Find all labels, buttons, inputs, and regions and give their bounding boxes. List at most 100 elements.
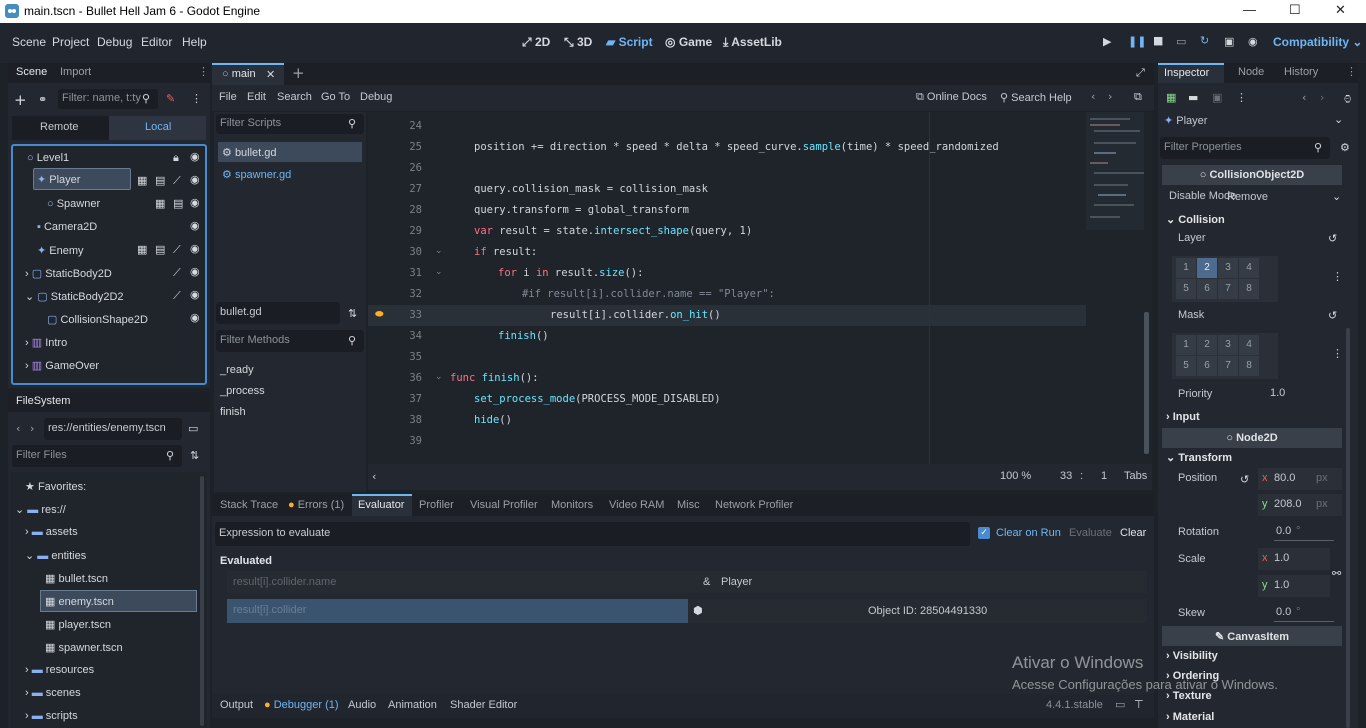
tab-node[interactable]: Node xyxy=(1238,66,1264,78)
tree-node-level1[interactable]: ○ Level1 xyxy=(27,152,69,164)
mask-cell[interactable]: 4 xyxy=(1239,335,1259,355)
layer-cell[interactable]: 5 xyxy=(1176,279,1196,299)
visibility-icon[interactable]: ◉ xyxy=(190,173,200,186)
maximize-button[interactable]: ☐ xyxy=(1289,2,1301,18)
indent-mode[interactable]: Tabs xyxy=(1124,470,1147,482)
tree-node-collisionshape2d[interactable]: ▢ CollisionShape2D xyxy=(47,313,148,326)
menu-debug[interactable]: Debug xyxy=(97,35,132,49)
stop-icon[interactable]: ■ xyxy=(1153,34,1163,47)
toggle-scripts-panel-icon[interactable]: ‹ xyxy=(372,470,376,483)
search-help-button[interactable]: ⚲ Search Help xyxy=(1000,91,1072,104)
remote-button[interactable]: Remote xyxy=(12,116,109,140)
filter-scripts-input[interactable]: Filter Scripts xyxy=(216,114,364,134)
minimize-button[interactable]: — xyxy=(1243,2,1256,17)
mask-grid[interactable]: 1 2 3 4 5 6 7 8 xyxy=(1172,333,1278,379)
remote-deploy-icon[interactable]: ▭ xyxy=(1176,35,1186,48)
evaluated-row[interactable]: result[i].collider ⬢ Object ID: 28504491… xyxy=(227,599,1147,623)
section-canvasitem[interactable]: ✎ CanvasItem xyxy=(1162,626,1342,646)
sort-icon[interactable]: ⇅ xyxy=(190,449,199,462)
section-collisionobject2d[interactable]: ○ CollisionObject2D xyxy=(1162,165,1342,185)
script-item-bullet[interactable]: ⚙ bullet.gd xyxy=(218,142,362,162)
script-menu-search[interactable]: Search xyxy=(277,91,312,103)
script-icon[interactable]: ▤ xyxy=(155,174,165,187)
scene-tab-main[interactable]: ○ main ✕ xyxy=(212,63,284,85)
scale-x-field[interactable]: x 1.0 xyxy=(1258,548,1330,570)
play-icon[interactable]: ▶ xyxy=(1103,35,1111,48)
instance-icon[interactable]: ▦ xyxy=(137,174,147,187)
distraction-free-icon[interactable]: ⤢ xyxy=(1136,66,1145,80)
group-input[interactable]: › Input xyxy=(1166,411,1200,423)
group-icon[interactable]: ⟋ xyxy=(173,266,181,280)
history-forward-icon[interactable]: › xyxy=(1320,91,1324,104)
revert-icon[interactable]: ↺ xyxy=(1240,473,1249,486)
tab-errors[interactable]: ● Errors (1) xyxy=(288,499,344,511)
folder-resources[interactable]: › ▬ resources xyxy=(25,664,94,676)
mask-cell[interactable]: 3 xyxy=(1218,335,1238,355)
layer-cell[interactable]: 8 xyxy=(1239,279,1259,299)
script-item-spawner[interactable]: ⚙ spawner.gd xyxy=(222,168,291,181)
layer-cell[interactable]: 3 xyxy=(1218,258,1238,278)
mask-cell[interactable]: 7 xyxy=(1218,356,1238,376)
group-visibility[interactable]: › Visibility xyxy=(1166,650,1218,662)
group-collision[interactable]: ⌄ Collision xyxy=(1166,213,1225,226)
workspace-assetlib[interactable]: ⤓ AssetLib xyxy=(723,35,782,50)
menu-help[interactable]: Help xyxy=(182,35,207,49)
file-bullet-tscn[interactable]: ▦ bullet.tscn xyxy=(45,572,108,585)
tab-evaluator[interactable]: Evaluator xyxy=(352,494,412,516)
tree-node-staticbody2d2[interactable]: ⌄ ▢ StaticBody2D2 xyxy=(25,290,124,303)
local-button[interactable]: Local xyxy=(109,116,206,140)
workspace-script[interactable]: ▰ Script xyxy=(606,35,653,49)
bottom-tab-animation[interactable]: Animation xyxy=(388,699,437,711)
group-material[interactable]: › Material xyxy=(1166,710,1346,724)
save-icon[interactable]: ▣ xyxy=(1212,91,1222,104)
minimap[interactable] xyxy=(1086,112,1144,230)
close-window-button[interactable]: ✕ xyxy=(1335,2,1346,18)
close-tab-icon[interactable]: ✕ xyxy=(266,68,275,81)
script-icon[interactable]: ▤ xyxy=(173,197,183,210)
tab-monitors[interactable]: Monitors xyxy=(551,499,593,511)
favorites-item[interactable]: ★ Favorites: xyxy=(25,480,86,493)
online-docs-button[interactable]: ⧉ Online Docs xyxy=(916,91,987,104)
folder-scenes[interactable]: › ▬ scenes xyxy=(25,687,81,699)
tab-profiler[interactable]: Profiler xyxy=(419,499,454,511)
clear-button[interactable]: Clear xyxy=(1120,527,1146,539)
mask-cell[interactable]: 5 xyxy=(1176,356,1196,376)
clear-on-run-checkbox[interactable]: ✓ xyxy=(978,527,990,539)
disable-mode-select[interactable]: Remove ⌄ xyxy=(1224,187,1342,207)
mask-cell[interactable]: 2 xyxy=(1197,335,1217,355)
scale-y-field[interactable]: y 1.0 xyxy=(1258,575,1330,597)
layer-cell[interactable]: 2 xyxy=(1197,258,1217,278)
evaluate-button[interactable]: Evaluate xyxy=(1069,527,1112,539)
bottom-tab-output[interactable]: Output xyxy=(220,699,253,711)
dock-menu-icon[interactable]: ⋮ xyxy=(198,65,209,78)
forward-icon[interactable]: › xyxy=(30,422,34,435)
expression-input[interactable]: Expression to evaluate xyxy=(215,522,970,546)
script-icon[interactable]: ▤ xyxy=(155,243,165,256)
link-icon[interactable]: ⚭ xyxy=(38,93,47,106)
script-menu-debug[interactable]: Debug xyxy=(360,91,392,103)
movie-maker-icon[interactable]: ◉ xyxy=(1248,35,1258,48)
fold-arrow-icon[interactable]: ⌄ xyxy=(435,372,443,382)
layer-grid[interactable]: 1 2 3 4 5 6 7 8 xyxy=(1172,256,1278,302)
group-icon[interactable]: ⟋ xyxy=(173,243,181,257)
tree-node-spawner[interactable]: ○ Spawner xyxy=(47,198,100,210)
visibility-icon[interactable]: ◉ xyxy=(190,242,200,255)
menu-project[interactable]: Project xyxy=(52,35,89,49)
tab-scene[interactable]: Scene xyxy=(16,66,47,78)
layer-cell[interactable]: 1 xyxy=(1176,258,1196,278)
file-player-tscn[interactable]: ▦ player.tscn xyxy=(45,618,111,631)
group-icon[interactable]: ⟋ xyxy=(173,174,181,188)
split-view-icon[interactable]: ▭ xyxy=(188,422,198,435)
layer-menu-icon[interactable]: ⋮ xyxy=(1332,270,1343,283)
code-scrollbar[interactable] xyxy=(1144,312,1149,454)
dock-menu-icon[interactable]: ⋮ xyxy=(1346,65,1357,78)
new-resource-icon[interactable]: ▦ xyxy=(1166,91,1176,104)
visibility-icon[interactable]: ◉ xyxy=(190,265,200,278)
sort-icon[interactable]: ⇅ xyxy=(348,307,357,320)
filter-files-input[interactable]: Filter Files xyxy=(12,445,182,467)
copy-version-icon[interactable]: ▭ xyxy=(1115,698,1125,711)
method-finish[interactable]: finish xyxy=(220,406,246,418)
add-scene-tab-icon[interactable]: + xyxy=(292,64,305,82)
workspace-game[interactable]: ◎ Game xyxy=(665,35,712,49)
pause-icon[interactable]: ❚❚ xyxy=(1128,35,1146,48)
